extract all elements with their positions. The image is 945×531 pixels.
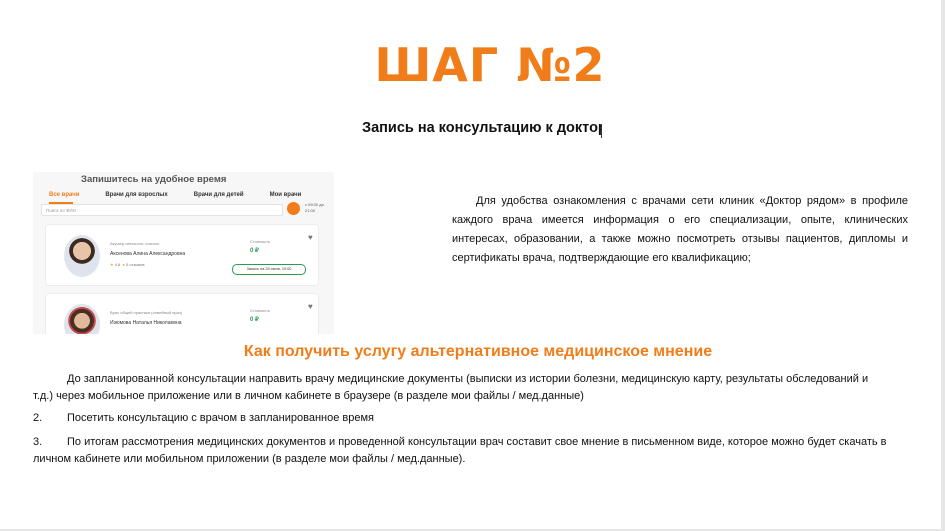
screenshot-search-field: Поиск по ФИО [41, 204, 283, 216]
text-cursor [601, 124, 602, 138]
slide-title: ШАГ №2 [374, 38, 606, 92]
doctor-card: Акушер-гинеколог, онколог Аксенова Алина… [45, 224, 319, 286]
tab-all-doctors: Все врачи [49, 192, 80, 198]
doctor-rating: ★ 4.8 ● 5 отзывов [110, 262, 145, 267]
doctor-specialty: Акушер-гинеколог, онколог [110, 241, 160, 246]
doctor-price: 0 ₽ [250, 317, 259, 323]
doctor-card: Врач общей практики (семейный врач) Изюм… [45, 293, 319, 334]
screenshot-time-note: с 09:00 до 21:00 [305, 202, 324, 213]
heart-icon: ♥ [308, 302, 313, 311]
list-item-text: Посетить консультацию с врачом в заплани… [67, 412, 374, 424]
book-appointment-button: Запись на 25 июля, 10:00 [232, 264, 306, 275]
tab-child-doctors: Врачи для детей [193, 192, 244, 198]
doctor-reviews: 5 отзывов [126, 262, 145, 267]
heart-icon: ♥ [308, 233, 313, 242]
screenshot-heading: Запишитесь на удобное время [81, 174, 227, 185]
price-label: Стоимость [250, 308, 271, 313]
doctor-avatar [64, 235, 100, 277]
doctor-name: Изюмова Наталья Николаевна [110, 320, 182, 326]
review-icon: ● [122, 262, 125, 267]
doctor-profile-description: Для удобства ознакомления с врачами сети… [452, 195, 908, 264]
screenshot-tabs: Все врачи Врачи для взрослых Врачи для д… [49, 192, 327, 198]
section-heading: Как получить услугу альтернативное медиц… [243, 343, 713, 360]
screenshot-call-button [287, 202, 300, 215]
tab-adult-doctors: Врачи для взрослых [105, 192, 168, 198]
list-item: До запланированной консультации направит… [33, 371, 878, 405]
list-item: 2. Посетить консультацию с врачом в запла… [33, 410, 878, 427]
list-item-text: До запланированной консультации направит… [33, 373, 869, 402]
list-item: 3. По итогам рассмотрения медицинских док… [33, 434, 893, 468]
list-item-number: 2. [33, 412, 43, 424]
star-icon: ★ [110, 262, 114, 267]
doctor-rating-value: 4.8 [114, 262, 121, 267]
slide-subtitle: Запись на консультацию к доктору [362, 120, 602, 136]
doctor-specialty: Врач общей практики (семейный врач) [110, 310, 183, 315]
list-item-number: 3. [33, 436, 43, 448]
doctor-avatar [64, 304, 100, 334]
list-item-text: По итогам рассмотрения медицинских докум… [33, 436, 887, 465]
embedded-doctor-booking-screenshot: Запишитесь на удобное время Все врачи Вр… [33, 172, 334, 334]
price-label: Стоимость [250, 239, 271, 244]
doctor-price: 0 ₽ [250, 248, 259, 254]
doctor-name: Аксенова Алина Александровна [110, 251, 186, 257]
tab-my-doctors: Мои врачи [269, 192, 302, 198]
